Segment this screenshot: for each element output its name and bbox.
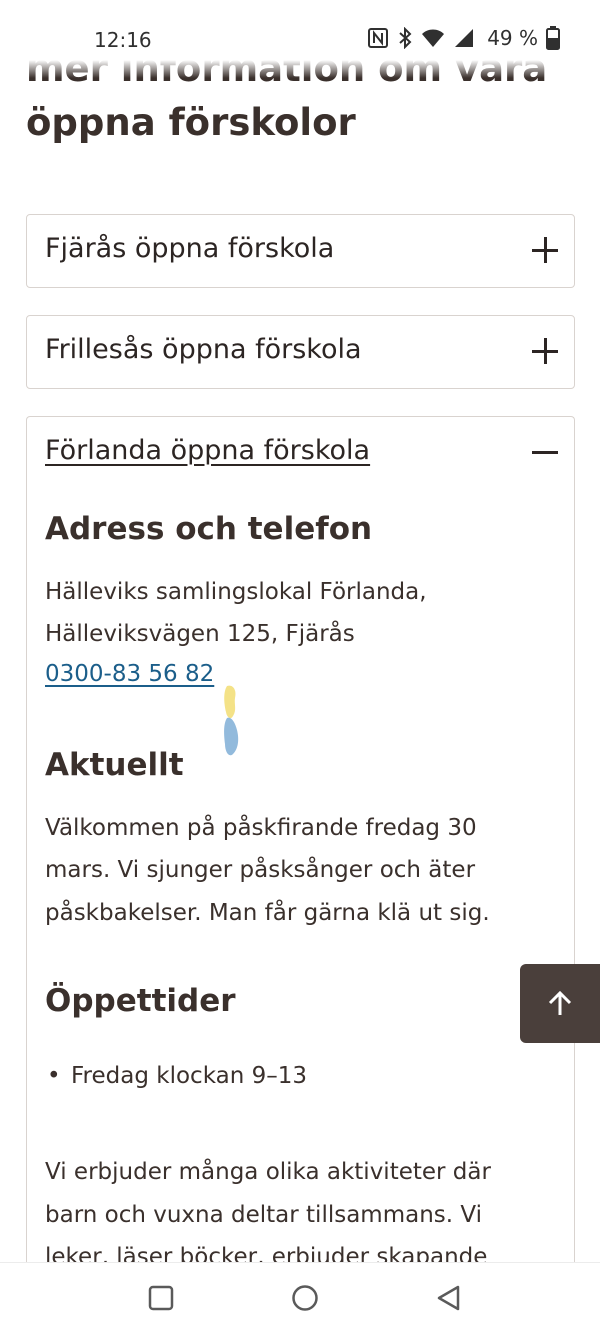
hours-heading: Öppettider	[45, 983, 236, 1019]
news-line-3: påskbakelser. Man får gärna klä ut sig.	[45, 900, 490, 926]
news-heading: Aktuellt	[45, 747, 184, 783]
accordion-title[interactable]: Förlanda öppna förskola	[45, 435, 370, 466]
address-line-1: Hälleviks samlingslokal Förlanda,	[45, 579, 427, 605]
home-button[interactable]	[290, 1283, 320, 1313]
address-heading: Adress och telefon	[45, 511, 373, 547]
back-button[interactable]	[434, 1283, 464, 1313]
navigation-bar	[0, 1262, 600, 1333]
accordion-header[interactable]: Frillesås öppna förskola	[27, 316, 574, 388]
minus-icon[interactable]	[532, 439, 558, 465]
activities-line-3: leker, läser böcker, erbjuder skapande	[45, 1244, 488, 1262]
arrow-up-icon	[548, 990, 572, 1015]
bluetooth-icon	[399, 27, 412, 49]
page-content: mer information om våra öppna förskolor …	[0, 0, 600, 1262]
recents-button[interactable]	[146, 1283, 176, 1313]
battery-icon	[546, 26, 560, 50]
news-line-2: mars. Vi sjunger påsksånger och äter	[45, 857, 476, 883]
wifi-icon	[422, 29, 445, 47]
accordion-fjaras[interactable]: Fjärås öppna förskola	[26, 214, 575, 288]
battery-percent: 49 %	[487, 26, 538, 50]
status-time: 12:16	[94, 28, 152, 52]
plus-icon[interactable]	[532, 338, 558, 364]
accordion-title[interactable]: Frillesås öppna förskola	[45, 334, 362, 365]
activities-line-1: Vi erbjuder många olika aktiviteter där	[45, 1159, 491, 1185]
nfc-icon	[368, 28, 389, 48]
signal-icon	[455, 29, 474, 47]
accordion-title[interactable]: Fjärås öppna förskola	[45, 233, 334, 264]
activities-line-2: barn och vuxna deltar tillsammans. Vi	[45, 1202, 483, 1228]
news-line-1: Välkommen på påskfirande fredag 30	[45, 815, 477, 841]
accordion-header[interactable]: Förlanda öppna förskola	[27, 417, 574, 489]
accordion-header[interactable]: Fjärås öppna förskola	[27, 215, 574, 287]
phone-link[interactable]: 0300-83 56 82	[45, 661, 214, 687]
back-to-top-button[interactable]	[520, 964, 600, 1043]
status-bar: 12:16 49 %	[0, 0, 600, 78]
plus-icon[interactable]	[532, 237, 558, 263]
accordion-frillesas[interactable]: Frillesås öppna förskola	[26, 315, 575, 389]
hours-list-item: Fredag klockan 9–13	[47, 1063, 307, 1089]
status-icons: 49 %	[367, 26, 560, 50]
address-line-2: Hälleviksvägen 125, Fjärås	[45, 621, 355, 647]
page-heading-line-2: öppna förskolor	[26, 101, 356, 144]
touch-marker-icon	[224, 685, 239, 756]
accordion-forlanda: Förlanda öppna förskola Adress och telef…	[26, 416, 575, 1262]
